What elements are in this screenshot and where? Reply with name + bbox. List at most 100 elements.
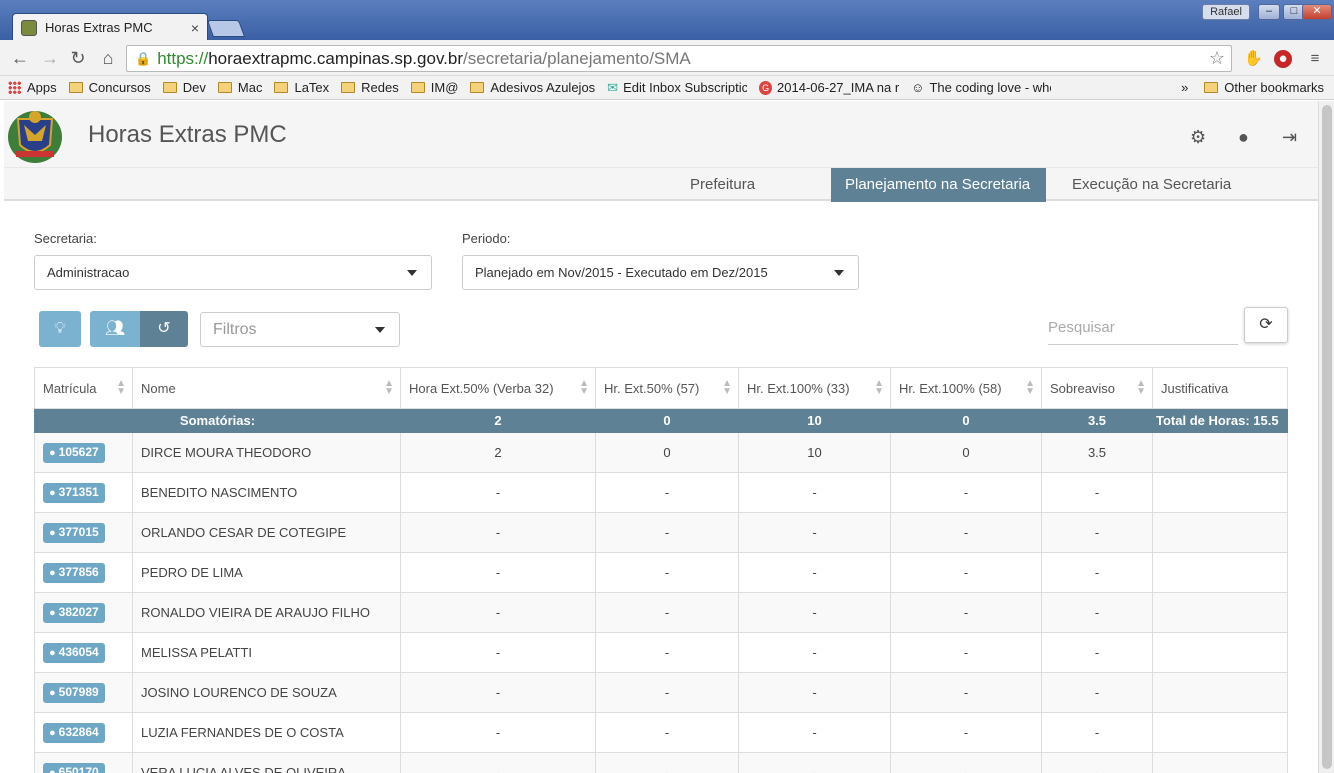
matricula-badge[interactable]: ● 436054 [43, 642, 105, 663]
matricula-value: 632864 [58, 724, 99, 739]
matricula-badge[interactable]: ● 650170 [43, 762, 105, 773]
matricula-badge[interactable]: ● 377015 [43, 522, 105, 543]
bookmark-folder[interactable]: Mac [217, 80, 262, 95]
justificativa-cell[interactable] [1152, 712, 1288, 753]
browser-tab[interactable]: Horas Extras PMC × [12, 13, 208, 41]
bookmark-apps[interactable]: Apps [8, 80, 57, 95]
col-hr-ext-100-58[interactable]: Hr. Ext.100% (58) ▲ ▼ [890, 367, 1042, 409]
settings-gears-icon[interactable]: ⚙ [1190, 127, 1206, 148]
inbox-icon: ✉ [607, 79, 619, 95]
logout-icon[interactable]: ⇥ [1282, 127, 1297, 148]
col-hr-ext-50-57[interactable]: Hr. Ext.50% (57) ▲ ▼ [595, 367, 739, 409]
hours-cell: 3.5 [1041, 432, 1153, 473]
hours-cell: - [400, 552, 596, 593]
lightbulb-icon: 💡︎ [54, 320, 66, 337]
search-input[interactable]: Pesquisar [1048, 313, 1238, 345]
justificativa-cell[interactable] [1152, 672, 1288, 713]
window-close-icon[interactable]: ✕ [1302, 4, 1332, 20]
justificativa-cell[interactable] [1152, 472, 1288, 513]
hours-cell: - [890, 712, 1042, 753]
group-button[interactable]: 👥︎ [90, 311, 140, 347]
other-bookmarks[interactable]: Other bookmarks [1204, 80, 1324, 95]
bookmark-folder[interactable]: Redes [341, 80, 399, 95]
minimize-icon[interactable]: – [1258, 4, 1280, 20]
tab-title: Horas Extras PMC [45, 20, 153, 35]
tab-close-icon[interactable]: × [191, 20, 199, 36]
user-icon[interactable]: ● [1238, 127, 1249, 148]
bookmark-label: Edit Inbox Subscriptic [623, 80, 748, 95]
matricula-cell: ● 507989 [34, 672, 133, 713]
table-row: ● 507989 JOSINO LOURENCO DE SOUZA - - - - - [34, 672, 1288, 713]
new-tab-button[interactable] [206, 20, 246, 37]
scrollbar-thumb[interactable] [1322, 105, 1332, 769]
extension-icon[interactable]: ✋ [1244, 50, 1263, 68]
bookmark-label: The coding love - whe [929, 80, 1052, 95]
matricula-badge[interactable]: ● 371351 [43, 482, 105, 503]
periodo-label: Periodo: [462, 231, 511, 246]
hours-cell: - [1041, 512, 1153, 553]
adblock-icon[interactable]: ● [1274, 50, 1292, 68]
app-title: Horas Extras PMC [88, 121, 287, 148]
bookmarks-more-button[interactable]: » [1181, 80, 1188, 95]
filtros-select[interactable]: Filtros [200, 312, 400, 347]
forward-icon[interactable]: → [40, 48, 60, 68]
sum-value: 2 [400, 408, 596, 433]
bookmark-link[interactable]: G 2014-06-27_IMA na r [759, 80, 899, 95]
history-button[interactable]: ↺ [140, 311, 188, 347]
matricula-badge[interactable]: ● 632864 [43, 722, 105, 743]
nome-cell: MELISSA PELATTI [132, 632, 401, 673]
col-hr-ext-100-33[interactable]: Hr. Ext.100% (33) ▲ ▼ [738, 367, 891, 409]
justificativa-cell[interactable] [1152, 512, 1288, 553]
col-sobreaviso[interactable]: Sobreaviso ▲ ▼ [1041, 367, 1153, 409]
bookmark-label: Dev [182, 80, 206, 95]
lightbulb-button[interactable]: 💡︎ [39, 311, 81, 347]
justificativa-cell[interactable] [1152, 552, 1288, 593]
home-icon[interactable]: ⌂ [98, 48, 118, 68]
justificativa-cell[interactable] [1152, 592, 1288, 633]
secretaria-select[interactable]: Administracao [34, 255, 432, 290]
browser-titlebar: Horas Extras PMC × Rafael – □ ✕ [0, 0, 1334, 41]
bookmark-star-icon[interactable]: ☆ [1209, 48, 1225, 69]
bookmark-folder[interactable]: Dev [162, 80, 206, 95]
bookmark-link[interactable]: ☺ The coding love - whe [911, 80, 1051, 95]
table-row: ● 371351 BENEDITO NASCIMENTO - - - - - [34, 472, 1288, 513]
hours-cell: - [595, 672, 739, 713]
justificativa-cell[interactable] [1152, 632, 1288, 673]
hours-cell: - [400, 512, 596, 553]
matricula-badge[interactable]: ● 377856 [43, 562, 105, 583]
hours-cell: 0 [890, 432, 1042, 473]
justificativa-cell[interactable] [1152, 752, 1288, 773]
col-nome[interactable]: Nome ▲ ▼ [132, 367, 401, 409]
hours-cell: - [400, 752, 596, 773]
refresh-button[interactable]: ⟳ [1244, 307, 1288, 343]
nav-prefeitura[interactable]: Prefeitura [676, 168, 769, 202]
user-icon: ● [49, 726, 56, 739]
matricula-badge[interactable]: ● 105627 [43, 442, 105, 463]
window-user-badge[interactable]: Rafael [1202, 4, 1250, 20]
bookmark-link[interactable]: ✉ Edit Inbox Subscriptic [607, 80, 747, 96]
bookmark-folder[interactable]: Adesivos Azulejos [470, 80, 595, 95]
hours-cell: - [1041, 712, 1153, 753]
hours-cell: 10 [738, 432, 891, 473]
col-hora-ext-50-verba32[interactable]: Hora Ext.50% (Verba 32) ▲ ▼ [400, 367, 596, 409]
matricula-badge[interactable]: ● 382027 [43, 602, 105, 623]
reload-icon[interactable]: ↻ [68, 48, 88, 68]
secretaria-label: Secretaria: [34, 231, 97, 246]
bookmark-label: 2014-06-27_IMA na r [777, 80, 900, 95]
nav-execucao-secretaria[interactable]: Execução na Secretaria [1058, 168, 1245, 202]
hours-cell: - [738, 752, 891, 773]
col-matricula[interactable]: Matrícula ▲ ▼ [34, 367, 133, 409]
matricula-badge[interactable]: ● 507989 [43, 682, 105, 703]
address-bar[interactable]: 🔒 https:// horaextrapmc.campinas.sp.gov.… [126, 45, 1232, 72]
table-header-row: Matrícula ▲ ▼ Nome ▲ ▼ Hora Ext.50% (Verba 3… [34, 367, 1288, 409]
back-icon[interactable]: ← [10, 48, 30, 68]
nav-planejamento-secretaria[interactable]: Planejamento na Secretaria [831, 168, 1046, 202]
bookmark-folder[interactable]: Concursos [68, 80, 151, 95]
justificativa-cell[interactable] [1152, 432, 1288, 473]
bookmark-folder[interactable]: IM@ [410, 80, 458, 95]
periodo-select[interactable]: Planejado em Nov/2015 - Executado em Dez… [462, 255, 859, 290]
menu-icon[interactable]: ≡ [1306, 50, 1324, 68]
bookmark-folder[interactable]: LaTex [274, 80, 329, 95]
page-scrollbar[interactable] [1318, 101, 1334, 773]
sum-row: Somatórias: 2 0 10 0 3.5 Total de Horas:… [34, 408, 1288, 433]
